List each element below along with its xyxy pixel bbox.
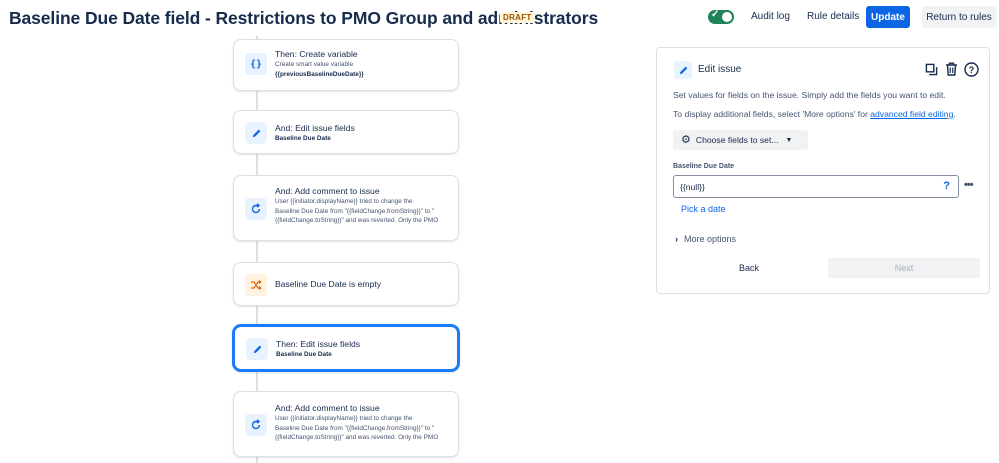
field-label: Baseline Due Date (673, 163, 735, 170)
flow-card-create-variable[interactable]: {} Then: Create variable Create smart va… (233, 39, 459, 91)
return-to-rules-button[interactable]: Return to rules (922, 6, 996, 28)
card-description-line: User {{initiator.displayName}} tried to … (275, 415, 413, 422)
back-button[interactable]: Back (673, 258, 825, 278)
help-icon[interactable]: ? (963, 61, 979, 77)
advanced-field-editing-link[interactable]: advanced field editing (870, 109, 953, 119)
pencil-icon (674, 61, 692, 79)
chevron-down-icon: ▼ (785, 136, 793, 144)
check-icon: ✓ (711, 9, 720, 20)
audit-log-link[interactable]: Audit log (751, 11, 790, 22)
more-options-label: More options (684, 234, 737, 244)
panel-toolbar: ? (923, 61, 979, 77)
card-description-line: Baseline Due Date from "{{fieldChange.fr… (275, 424, 435, 432)
card-description-line: {{fieldChange.toString}}" and was revert… (275, 434, 439, 441)
choose-fields-dropdown[interactable]: ⚙ Choose fields to set... ▼ (673, 130, 808, 150)
next-button[interactable]: Next (828, 258, 980, 278)
flow-card-add-comment[interactable]: And: Add comment to issue User {{initiat… (233, 175, 459, 241)
card-title: Baseline Due Date is empty (275, 279, 382, 289)
flow-card-condition[interactable]: Baseline Due Date is empty (233, 262, 459, 306)
card-subtitle: Create smart value variable (275, 61, 354, 68)
card-description-line: Baseline Due Date from "{{fieldChange.fr… (275, 207, 435, 215)
description-text: . (953, 109, 956, 119)
card-title: And: Add comment to issue (275, 403, 380, 413)
field-value: {{null}} (680, 181, 705, 192)
rule-enabled-toggle[interactable]: ✓ (708, 9, 734, 24)
header-bar: Baseline Due Date field - Restrictions t… (0, 0, 999, 36)
card-subtitle: {{previousBaselineDueDate}} (275, 70, 364, 78)
smart-value-help-icon[interactable]: ? (943, 180, 950, 192)
gear-icon: ⚙ (681, 133, 691, 146)
panel-description-2: To display additional fields, select 'Mo… (673, 109, 956, 119)
baseline-due-date-input[interactable]: {{null}} ? (673, 175, 959, 198)
choose-fields-label: Choose fields to set... (695, 135, 779, 145)
shuffle-icon (245, 274, 267, 296)
card-description-line: User {{initiator.displayName}} tried to … (275, 198, 413, 205)
braces-icon: {} (245, 53, 267, 75)
duplicate-icon[interactable] (923, 61, 939, 77)
toggle-knob (722, 12, 732, 22)
pick-a-date-link[interactable]: Pick a date (681, 204, 726, 214)
card-title: Then: Edit issue fields (276, 339, 361, 349)
update-button[interactable]: Update (866, 6, 910, 28)
card-title: And: Add comment to issue (275, 186, 380, 196)
card-description-line: {{fieldChange.toString}}" and was revert… (275, 217, 439, 224)
card-title: And: Edit issue fields (275, 123, 355, 133)
card-subtitle: Baseline Due Date (276, 351, 332, 358)
revert-icon (245, 414, 267, 436)
panel-description: Set values for fields on the issue. Simp… (673, 90, 946, 100)
flow-card-edit-issue-fields[interactable]: And: Edit issue fields Baseline Due Date (233, 110, 459, 154)
edit-issue-config-panel: Edit issue ? Set values for fields on th… (656, 47, 990, 294)
svg-text:?: ? (968, 65, 974, 75)
more-options-toggle[interactable]: › More options (675, 234, 736, 244)
more-actions-icon[interactable]: ••• (964, 179, 974, 191)
panel-title: Edit issue (698, 64, 742, 75)
trash-icon[interactable] (943, 61, 959, 77)
chevron-right-icon: › (675, 234, 678, 244)
rule-details-link[interactable]: Rule details (807, 11, 859, 22)
pencil-icon (245, 122, 267, 144)
status-badge: DRAFT (500, 12, 535, 23)
flow-card-add-comment[interactable]: And: Add comment to issue User {{initiat… (233, 391, 459, 457)
card-title: Then: Create variable (275, 49, 358, 59)
pencil-icon (246, 338, 268, 360)
description-text: To display additional fields, select 'Mo… (673, 109, 871, 119)
card-subtitle: Baseline Due Date (275, 135, 331, 142)
revert-icon (245, 198, 267, 220)
flow-card-edit-issue-fields-selected[interactable]: Then: Edit issue fields Baseline Due Dat… (233, 325, 459, 371)
